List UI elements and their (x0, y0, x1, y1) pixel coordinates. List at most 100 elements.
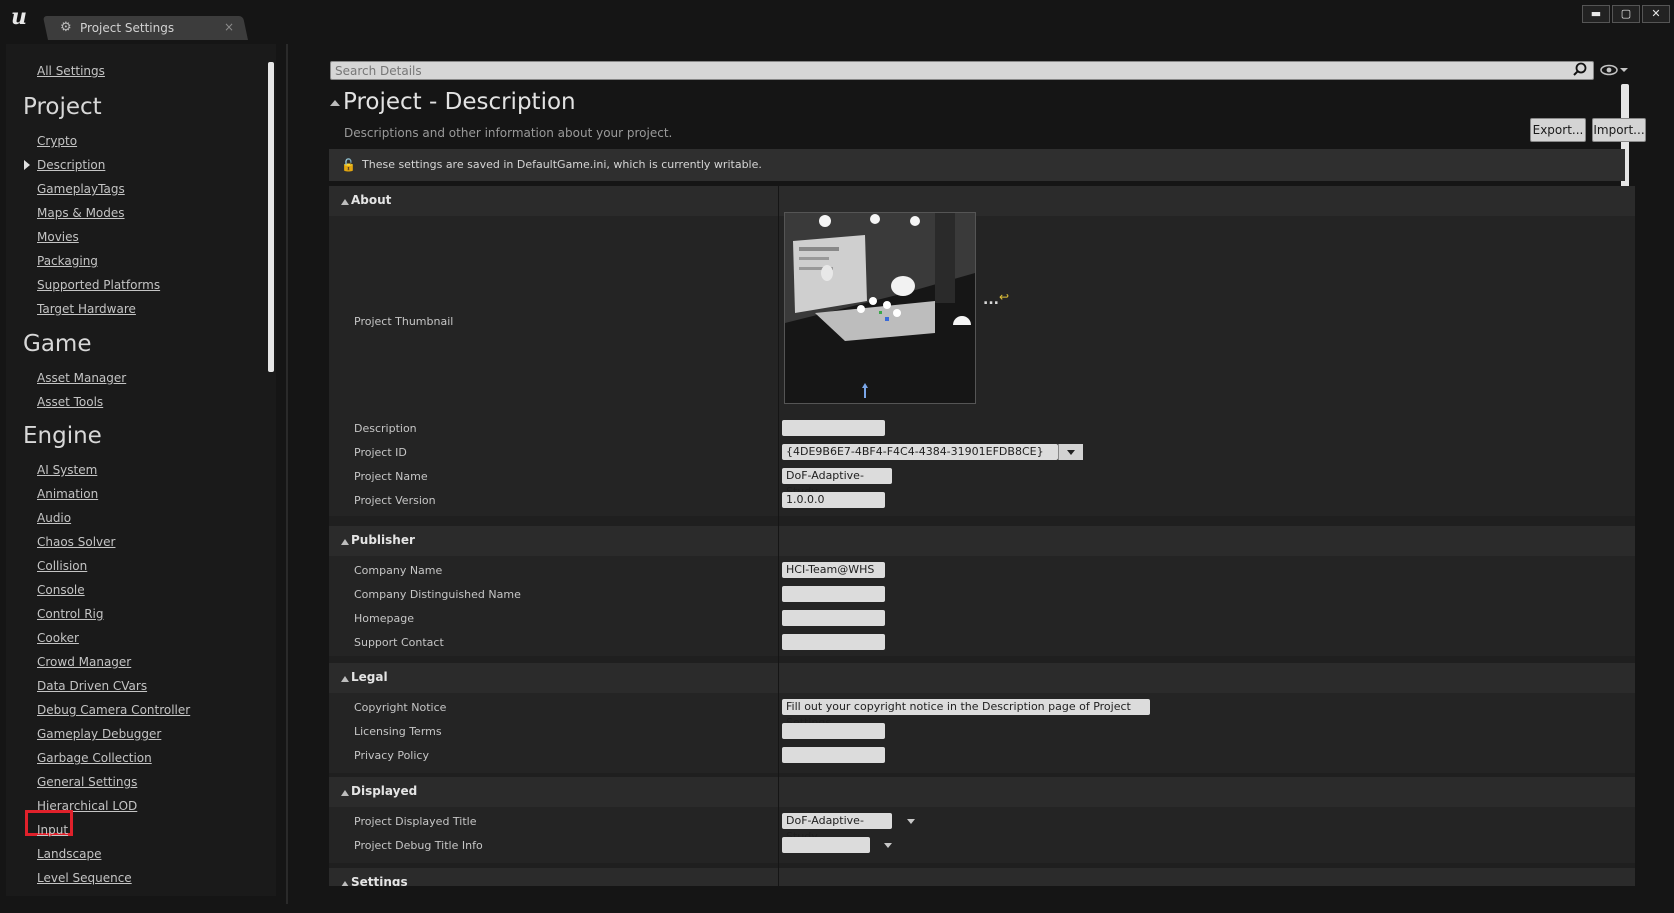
company-name-field[interactable]: HCI-Team@WHS (782, 562, 885, 578)
sidebar-item-garbage-collection[interactable]: Garbage Collection (37, 751, 152, 765)
maximize-button[interactable]: ▢ (1612, 5, 1640, 23)
import-button[interactable]: Import... (1592, 118, 1646, 142)
sidebar-item-packaging[interactable]: Packaging (37, 254, 98, 268)
displayed-rows (329, 807, 1635, 863)
title-bar: u ⚙ Project Settings × ▬ ▢ ✕ (0, 0, 1674, 40)
category-displayed[interactable]: Displayed (329, 777, 1635, 807)
sidebar-item-gameplaytags[interactable]: GameplayTags (37, 182, 125, 196)
close-window-button[interactable]: ✕ (1642, 5, 1670, 23)
support-contact-label: Support Contact (354, 636, 444, 649)
expand-arrow-icon (341, 790, 349, 796)
company-dn-field[interactable] (782, 586, 885, 602)
sidebar-item-input[interactable]: Input (37, 823, 68, 837)
sidebar-item-description[interactable]: Description (37, 158, 105, 172)
tab-label: Project Settings (80, 21, 175, 35)
sidebar-item-crypto[interactable]: Crypto (37, 134, 77, 148)
sidebar-item-audio[interactable]: Audio (37, 511, 71, 525)
privacy-policy-field[interactable] (782, 747, 885, 763)
page-title: Project - Description (343, 89, 576, 115)
chevron-down-icon[interactable] (907, 819, 915, 824)
sidebar-item-asset-tools[interactable]: Asset Tools (37, 395, 103, 409)
unlocked-icon: 🔓 (341, 158, 356, 172)
project-id-label: Project ID (354, 446, 407, 459)
project-thumbnail-label: Project Thumbnail (354, 315, 454, 328)
sidebar-category-engine: Engine (23, 423, 102, 449)
project-id-field[interactable]: {4DE9B6E7-4BF4-F4C4-4384-31901EFDB8CE} (782, 444, 1058, 460)
publisher-rows (329, 556, 1635, 656)
sidebar-item-supported-platforms[interactable]: Supported Platforms (37, 278, 160, 292)
sidebar-category-game: Game (23, 331, 92, 357)
category-label: Displayed (351, 784, 418, 798)
sidebar-item-general-settings[interactable]: General Settings (37, 775, 137, 789)
sidebar-item-control-rig[interactable]: Control Rig (37, 607, 103, 621)
licensing-terms-label: Licensing Terms (354, 725, 442, 738)
search-input[interactable] (335, 62, 1555, 79)
unreal-logo-icon[interactable]: u (6, 4, 32, 30)
selected-arrow-icon (24, 160, 30, 170)
sidebar-item-gameplay-debugger[interactable]: Gameplay Debugger (37, 727, 161, 741)
sidebar-item-data-driven-cvars[interactable]: Data Driven CVars (37, 679, 147, 693)
sidebar-item-ai-system[interactable]: AI System (37, 463, 97, 477)
search-icon[interactable] (1573, 62, 1587, 76)
project-displayed-title-field[interactable]: DoF-Adaptive-Study (782, 813, 892, 843)
export-button[interactable]: Export... (1530, 118, 1586, 142)
notice-text: These settings are saved in DefaultGame.… (362, 158, 762, 171)
sidebar-item-asset-manager[interactable]: Asset Manager (37, 371, 126, 385)
sidebar-item-target-hardware[interactable]: Target Hardware (37, 302, 136, 316)
licensing-terms-field[interactable] (782, 723, 885, 739)
category-about[interactable]: About (329, 186, 1635, 216)
expand-arrow-icon (341, 539, 349, 545)
collapse-arrow-icon[interactable] (330, 100, 340, 106)
expand-arrow-icon (341, 676, 349, 682)
sidebar-item-level-sequence[interactable]: Level Sequence (37, 871, 132, 885)
sidebar-item-maps-modes[interactable]: Maps & Modes (37, 206, 125, 220)
category-settings[interactable]: Settings (329, 868, 1635, 886)
category-legal[interactable]: Legal (329, 663, 1635, 693)
copyright-notice-field[interactable]: Fill out your copyright notice in the De… (782, 699, 1150, 729)
expand-arrow-icon (341, 199, 349, 205)
sidebar-item-cooker[interactable]: Cooker (37, 631, 79, 645)
project-displayed-title-label: Project Displayed Title (354, 815, 477, 828)
project-name-label: Project Name (354, 470, 428, 483)
sidebar-item-collision[interactable]: Collision (37, 559, 87, 573)
project-version-field[interactable]: 1.0.0.0 (782, 492, 885, 508)
sidebar-item-chaos-solver[interactable]: Chaos Solver (37, 535, 115, 549)
project-thumbnail-image[interactable] (784, 212, 976, 404)
about-rows (329, 216, 1635, 516)
support-contact-field[interactable] (782, 634, 885, 650)
homepage-field[interactable] (782, 610, 885, 626)
sidebar-divider (286, 44, 288, 904)
sidebar-item-all-settings[interactable]: All Settings (37, 64, 105, 78)
thumbnail-reset-icon[interactable]: ↩ (999, 290, 1009, 304)
page-subtitle: Descriptions and other information about… (344, 126, 673, 140)
description-field[interactable] (782, 420, 885, 436)
sidebar-item-crowd-manager[interactable]: Crowd Manager (37, 655, 131, 669)
sidebar-item-movies[interactable]: Movies (37, 230, 79, 244)
category-label: Publisher (351, 533, 415, 547)
sidebar-category-project: Project (23, 94, 102, 120)
view-options-eye-icon[interactable] (1600, 62, 1630, 78)
tab-project-settings[interactable]: ⚙ Project Settings × (58, 18, 248, 38)
project-id-dropdown[interactable] (1058, 444, 1083, 460)
company-name-label: Company Name (354, 564, 443, 577)
settings-gear-icon: ⚙ (60, 20, 72, 35)
project-debug-title-label: Project Debug Title Info (354, 839, 483, 852)
sidebar-item-landscape[interactable]: Landscape (37, 847, 101, 861)
column-splitter[interactable] (778, 186, 779, 886)
copyright-notice-label: Copyright Notice (354, 701, 447, 714)
category-publisher[interactable]: Publisher (329, 526, 1635, 556)
tab-close-icon[interactable]: × (224, 20, 234, 34)
sidebar-scrollbar[interactable] (268, 62, 274, 372)
sidebar-item-console[interactable]: Console (37, 583, 85, 597)
project-name-field[interactable]: DoF-Adaptive-Study (782, 468, 892, 498)
chevron-down-icon (1067, 450, 1075, 455)
category-label: Settings (351, 875, 408, 886)
chevron-down-icon[interactable] (884, 843, 892, 848)
thumbnail-more-options-icon[interactable]: ... (983, 292, 999, 308)
project-version-label: Project Version (354, 494, 436, 507)
minimize-button[interactable]: ▬ (1582, 5, 1610, 23)
sidebar-item-animation[interactable]: Animation (37, 487, 98, 501)
search-box (330, 61, 1594, 80)
sidebar-item-debug-camera-controller[interactable]: Debug Camera Controller (37, 703, 190, 717)
project-debug-title-field[interactable] (782, 837, 870, 853)
